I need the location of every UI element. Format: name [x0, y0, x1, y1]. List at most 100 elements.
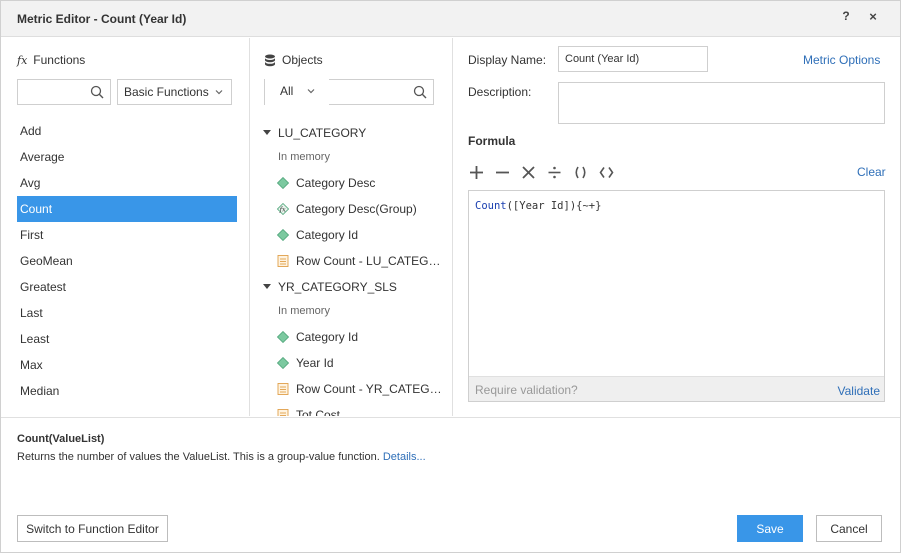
tree-item-label: Year Id — [296, 356, 334, 370]
attribute-icon — [277, 229, 289, 241]
display-name-label: Display Name: — [468, 53, 547, 67]
function-category-dropdown[interactable]: Basic Functions — [117, 79, 232, 105]
objects-title: Objects — [282, 53, 323, 67]
objects-filter-dropdown[interactable]: All — [265, 79, 329, 105]
function-item[interactable]: Avg — [17, 170, 237, 196]
function-category-value: Basic Functions — [124, 85, 209, 99]
search-icon[interactable] — [413, 85, 427, 99]
search-icon[interactable] — [90, 85, 104, 99]
attribute-icon — [277, 177, 289, 189]
functions-search — [17, 79, 111, 105]
tree-item-label: Category Desc — [296, 176, 376, 190]
tree-item[interactable]: Year Id — [263, 350, 448, 376]
function-item-selected[interactable]: Count — [17, 196, 237, 222]
objects-panel: Objects All LU_CATEGORY In memory Catego… — [251, 38, 453, 416]
operator-toolbar — [468, 162, 615, 182]
title-bar: Metric Editor - Count (Year Id) ? × — [1, 1, 900, 37]
derived-attribute-icon: fx — [277, 203, 289, 215]
multiply-icon — [522, 165, 535, 179]
tree-item[interactable]: fx Category Desc(Group) — [263, 196, 448, 222]
function-list: Add Average Avg Count First GeoMean Grea… — [17, 118, 237, 404]
attribute-icon — [277, 331, 289, 343]
function-item[interactable]: Add — [17, 118, 237, 144]
formula-footer: Require validation? Validate — [469, 376, 884, 401]
divide-icon — [548, 166, 561, 178]
function-item[interactable]: Greatest — [17, 274, 237, 300]
clear-link[interactable]: Clear — [857, 165, 886, 179]
objects-filter-value: All — [280, 84, 294, 98]
database-icon — [265, 54, 275, 66]
description-label: Description: — [468, 85, 532, 99]
dialog-title: Metric Editor - Count (Year Id) — [17, 12, 187, 26]
tree-item[interactable]: Row Count - LU_CATEGORY — [263, 248, 448, 274]
metric-editor-dialog: Metric Editor - Count (Year Id) ? × fx F… — [0, 0, 901, 553]
fx-icon: fx — [17, 53, 28, 67]
tree-item-label: Category Id — [296, 330, 359, 344]
details-link[interactable]: Details... — [383, 451, 426, 463]
chevron-down-icon — [307, 89, 315, 94]
tree-item-label: Row Count - LU_CATEGORY — [296, 254, 448, 268]
function-description: Returns the number of values the ValueLi… — [17, 451, 426, 463]
minus-icon — [496, 171, 509, 173]
function-signature: Count(ValueList) — [17, 433, 105, 445]
chevron-down-icon — [215, 90, 223, 95]
tree-item-label: Category Desc(Group) — [296, 202, 417, 216]
tree-item-label: Category Id — [296, 228, 359, 242]
switch-to-function-editor-button[interactable]: Switch to Function Editor — [17, 515, 168, 542]
multiply-button[interactable] — [520, 164, 537, 181]
formula-editor[interactable]: Count([Year Id]){~+} Require validation?… — [468, 190, 885, 402]
plus-button[interactable] — [468, 164, 485, 181]
caret-down-icon — [263, 284, 271, 289]
formula-text[interactable]: Count([Year Id]){~+} — [475, 200, 601, 212]
function-item[interactable]: Least — [17, 326, 237, 352]
function-item[interactable]: Median — [17, 378, 237, 404]
function-item[interactable]: Last — [17, 300, 237, 326]
tree-item[interactable]: Row Count - YR_CATEGORY_SLS — [263, 376, 448, 402]
tree-group[interactable]: LU_CATEGORY — [263, 120, 448, 146]
functions-title: Functions — [33, 53, 86, 67]
tree-group-label: YR_CATEGORY_SLS — [278, 280, 397, 294]
attribute-icon — [277, 357, 289, 369]
tree-group[interactable]: YR_CATEGORY_SLS — [263, 274, 448, 300]
objects-search: All — [264, 79, 434, 105]
tree-subheader: In memory — [278, 151, 330, 163]
help-button[interactable]: ? — [839, 9, 853, 27]
functions-header: fx Functions — [17, 53, 85, 67]
formula-function: Count — [475, 200, 507, 212]
tree-item[interactable]: Tot Cost — [263, 402, 448, 416]
plus-icon — [470, 165, 483, 179]
objects-header: Objects — [264, 53, 323, 67]
function-item[interactable]: Max — [17, 352, 237, 378]
metric-icon — [277, 383, 289, 395]
parentheses-button[interactable] — [572, 164, 589, 181]
metric-icon — [277, 255, 289, 267]
function-item[interactable]: First — [17, 222, 237, 248]
formula-arguments: ([Year Id]){~+} — [506, 200, 602, 212]
info-divider — [1, 417, 900, 418]
save-button[interactable]: Save — [737, 515, 803, 542]
function-item[interactable]: GeoMean — [17, 248, 237, 274]
tree-item[interactable]: Category Id — [263, 324, 448, 350]
angle-brackets-icon — [599, 166, 614, 178]
divide-button[interactable] — [546, 164, 563, 181]
display-name-input[interactable] — [558, 46, 708, 72]
function-item[interactable]: Average — [17, 144, 237, 170]
caret-down-icon — [263, 130, 271, 135]
tree-item-label: Row Count - YR_CATEGORY_SLS — [296, 382, 448, 396]
tree-item[interactable]: Category Id — [263, 222, 448, 248]
svg-text:fx: fx — [279, 206, 286, 214]
close-button[interactable]: × — [866, 9, 880, 27]
minus-button[interactable] — [494, 164, 511, 181]
metric-options-link[interactable]: Metric Options — [803, 53, 880, 67]
tree-item[interactable]: Category Desc — [263, 170, 448, 196]
parentheses-icon — [575, 166, 586, 178]
angle-brackets-button[interactable] — [598, 164, 615, 181]
validate-link[interactable]: Validate — [838, 384, 880, 398]
metric-icon — [277, 409, 289, 416]
description-input[interactable] — [558, 82, 885, 124]
cancel-button[interactable]: Cancel — [816, 515, 882, 542]
formula-title: Formula — [468, 134, 516, 148]
objects-tree: LU_CATEGORY In memory Category Desc fx C… — [263, 120, 448, 416]
functions-panel: fx Functions Basic Functions Add Average… — [1, 38, 250, 416]
tree-subheader: In memory — [278, 305, 330, 317]
